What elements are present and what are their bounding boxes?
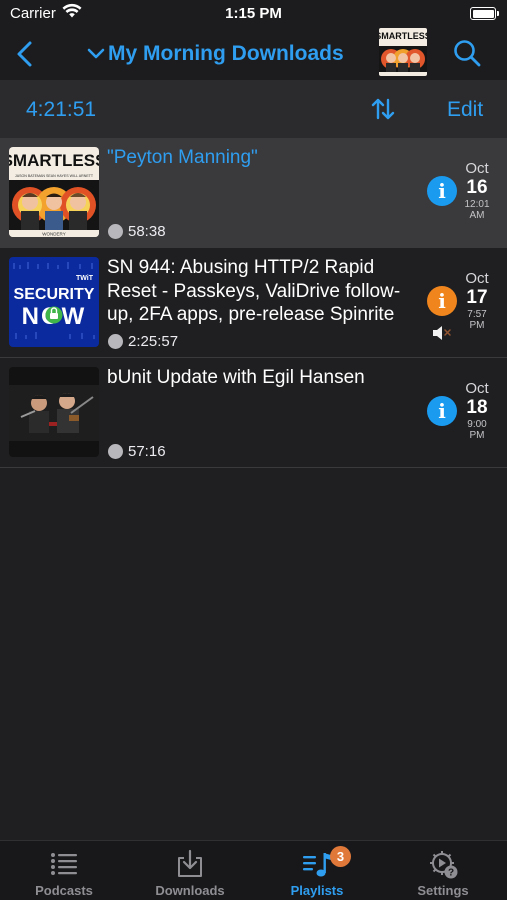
episode-row[interactable]: TWiT SECURITY NOW SN 944: Abusing HTTP/2… [0,248,507,358]
episode-duration: 2:25:57 [108,333,178,350]
playlist-title-dropdown[interactable]: My Morning Downloads [86,40,344,68]
episode-date: Oct 18 9:00 PM [460,380,494,441]
tab-label: Podcasts [35,883,93,898]
security-now-line1: SECURITY [14,286,95,303]
page-title: My Morning Downloads [108,42,344,65]
tab-settings[interactable]: ? Settings [380,841,506,900]
episode-row[interactable]: SMARTLESS JASON BATEMAN SEAN HAYES WILL … [0,138,507,248]
date-time: 12:01 AM [464,199,490,221]
date-day: 16 [466,177,488,198]
svg-text:?: ? [448,868,454,879]
duration-text: 57:16 [128,443,166,460]
episode-title: "Peyton Manning" [107,147,258,168]
info-button[interactable]: i [427,286,457,316]
info-icon: i [438,289,446,313]
info-icon: i [438,399,446,423]
security-now-artwork: TWiT SECURITY NOW [9,257,99,347]
date-day: 18 [466,397,488,418]
episode-duration: 58:38 [108,223,166,240]
status-bar: Carrier 1:15 PM [0,0,507,28]
play-status-dot [108,444,123,459]
date-time: 7:57 PM [467,309,487,331]
battery-icon [470,7,499,20]
date-month: Oct [465,160,489,177]
twit-label: TWiT [76,275,94,282]
episode-date: Oct 17 7:57 PM [460,270,494,331]
play-status-dot [108,224,123,239]
episode-duration: 57:16 [108,443,166,460]
tab-bar: Podcasts Downloads Playlists 3 ? Setting… [0,840,507,900]
playlist-toolbar: 4:21:51 Edit [0,80,507,138]
smartless-logo-text: SMARTLESS [9,151,99,170]
playlist-music-icon [303,853,331,877]
date-day: 17 [466,287,488,308]
wondery-label: WONDERY [42,232,65,237]
tab-podcasts[interactable]: Podcasts [1,841,127,900]
tab-playlists[interactable]: Playlists [254,841,380,900]
sort-button[interactable] [370,96,396,122]
episode-title: bUnit Update with Egil Hansen [107,367,365,388]
tab-label: Settings [417,883,469,898]
edit-button[interactable]: Edit [447,98,483,122]
sort-arrows-icon [371,98,395,120]
info-button[interactable]: i [427,176,457,206]
search-icon [454,40,481,67]
tab-downloads[interactable]: Downloads [127,841,253,900]
navigation-bar: My Morning Downloads SMARTLESS [0,28,507,80]
clock: 1:15 PM [225,5,282,22]
episode-date: Oct 16 12:01 AM [460,160,494,221]
episode-row[interactable]: bUnit Update with Egil Hansen 57:16 i Oc… [0,358,507,468]
bunit-artwork [9,367,99,457]
back-button[interactable] [14,40,38,68]
duration-text: 58:38 [128,223,166,240]
chevron-down-icon [87,48,105,59]
duration-text: 2:25:57 [128,333,179,350]
date-time: 9:00 PM [467,419,487,441]
info-button[interactable]: i [427,396,457,426]
list-icon [51,853,77,875]
play-status-dot [108,334,123,349]
speaker-muted-icon [433,326,451,340]
download-tray-icon [178,849,202,877]
date-month: Oct [465,380,489,397]
tab-label: Playlists [290,883,344,898]
tab-label: Downloads [155,883,225,898]
chevron-left-icon [17,41,32,67]
playlist-count-badge: 3 [330,846,351,867]
episode-title: SN 944: Abusing HTTP/2 Rapid Reset - Pas… [107,257,401,325]
playlist-artwork[interactable]: SMARTLESS [379,28,427,76]
search-button[interactable] [452,38,482,68]
date-month: Oct [465,270,489,287]
info-icon: i [438,179,446,203]
total-duration: 4:21:51 [26,98,97,121]
smartless-logo-text: SMARTLESS [379,31,427,41]
smartless-artwork: SMARTLESS JASON BATEMAN SEAN HAYES WILL … [9,147,99,237]
smartless-hosts-text: JASON BATEMAN SEAN HAYES WILL ARNETT [15,174,94,178]
gear-play-icon: ? [430,851,458,879]
